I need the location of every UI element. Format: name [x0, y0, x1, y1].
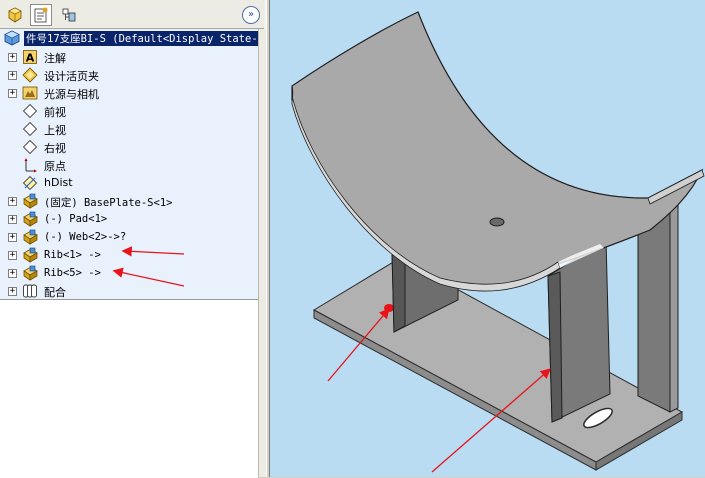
- tree-item-origin[interactable]: 原点: [0, 156, 258, 174]
- tree-item-pad[interactable]: + (-) Pad<1>: [0, 210, 258, 228]
- part-icon: [23, 247, 38, 263]
- graphics-viewport[interactable]: [270, 0, 705, 477]
- web-right-edge: [669, 191, 679, 413]
- tree-item-rib-1[interactable]: + Rib<1> ->: [0, 246, 258, 264]
- tree-item-lights-cameras[interactable]: + 光源与相机: [0, 84, 258, 102]
- tree-item-hdist[interactable]: hDist: [0, 174, 258, 192]
- part-icon: [23, 193, 38, 209]
- tree-item-annotations[interactable]: + A 注解: [0, 48, 258, 66]
- expand-panel-button[interactable]: »: [242, 6, 260, 24]
- expand-toggle-icon[interactable]: +: [8, 287, 17, 296]
- assembly-icon: [4, 30, 20, 46]
- plane-icon: [22, 103, 38, 119]
- tree-item-label: 光源与相机: [44, 88, 99, 101]
- tree-item-label: (-) Web<2>->?: [44, 231, 127, 243]
- origin-icon: [24, 158, 37, 173]
- property-manager-tab[interactable]: [30, 4, 52, 26]
- sketch-icon: [22, 175, 38, 191]
- tree-item-label: 前视: [44, 106, 66, 119]
- tree-item-label: 配合: [44, 286, 66, 299]
- tree-item-label: Rib<1> ->: [44, 249, 101, 261]
- tree-item-baseplate[interactable]: + (固定) BasePlate-S<1>: [0, 192, 258, 210]
- tree-item-front-plane[interactable]: 前视: [0, 102, 258, 120]
- feature-manager-toolbar: »: [0, 0, 264, 29]
- plane-icon: [22, 121, 38, 137]
- tree-root-label: 件号17支座BI-S (Default<Display State-: [24, 31, 258, 46]
- design-binder-icon: [22, 67, 38, 83]
- expand-toggle-icon[interactable]: +: [8, 89, 17, 98]
- tree-item-label: 原点: [44, 160, 66, 173]
- mates-icon: [23, 284, 37, 298]
- expand-toggle-icon[interactable]: +: [8, 233, 17, 242]
- property-manager-icon: [34, 7, 48, 23]
- tree-item-label: 设计活页夹: [44, 70, 99, 83]
- expand-toggle-icon[interactable]: +: [8, 269, 17, 278]
- feature-tree-icon: [8, 7, 22, 23]
- hole-highlight: [384, 304, 394, 312]
- model-3d-view: [291, 11, 705, 471]
- part-icon: [23, 265, 38, 281]
- expand-toggle-icon[interactable]: +: [8, 71, 17, 80]
- tree-item-label: 注解: [44, 52, 66, 65]
- expand-toggle-icon[interactable]: +: [8, 251, 17, 260]
- tree-item-label: 右视: [44, 142, 66, 155]
- tree-item-top-plane[interactable]: 上视: [0, 120, 258, 138]
- feature-manager-panel: » 件号17支座BI-S (Default<Display State- + A…: [0, 0, 267, 478]
- double-chevron-right-icon: »: [247, 9, 255, 20]
- tree-item-label: (固定) BasePlate-S<1>: [44, 197, 173, 209]
- rib-left-face: [391, 251, 406, 333]
- expand-toggle-icon[interactable]: +: [8, 197, 17, 206]
- expand-toggle-icon[interactable]: +: [8, 53, 17, 62]
- tree-item-design-binder[interactable]: + 设计活页夹: [0, 66, 258, 84]
- plane-icon: [22, 139, 38, 155]
- lights-cameras-icon: [22, 86, 38, 100]
- tree-item-rib-5[interactable]: + Rib<5> ->: [0, 264, 258, 282]
- tree-item-label: Rib<5> ->: [44, 267, 101, 279]
- pad-hole: [489, 217, 505, 227]
- configuration-manager-icon: [62, 8, 76, 22]
- annotations-icon: A: [23, 50, 37, 65]
- tree-item-label: (-) Pad<1>: [44, 213, 108, 225]
- feature-tree-tab[interactable]: [4, 4, 26, 26]
- tree-root-item[interactable]: 件号17支座BI-S (Default<Display State-: [0, 29, 258, 48]
- expand-toggle-icon[interactable]: +: [8, 215, 17, 224]
- tree-item-mates[interactable]: + 配合: [0, 282, 258, 299]
- tree-item-right-plane[interactable]: 右视: [0, 138, 258, 156]
- feature-tree: 件号17支座BI-S (Default<Display State- + A 注…: [0, 29, 258, 299]
- tree-item-web[interactable]: + (-) Web<2>->?: [0, 228, 258, 246]
- part-icon: [23, 211, 38, 227]
- svg-text:A: A: [26, 52, 35, 65]
- configuration-manager-tab[interactable]: [58, 4, 80, 26]
- feature-tree-empty-area: [0, 299, 258, 478]
- part-icon: [23, 229, 38, 245]
- tree-item-label: hDist: [44, 176, 73, 189]
- tree-item-label: 上视: [44, 124, 66, 137]
